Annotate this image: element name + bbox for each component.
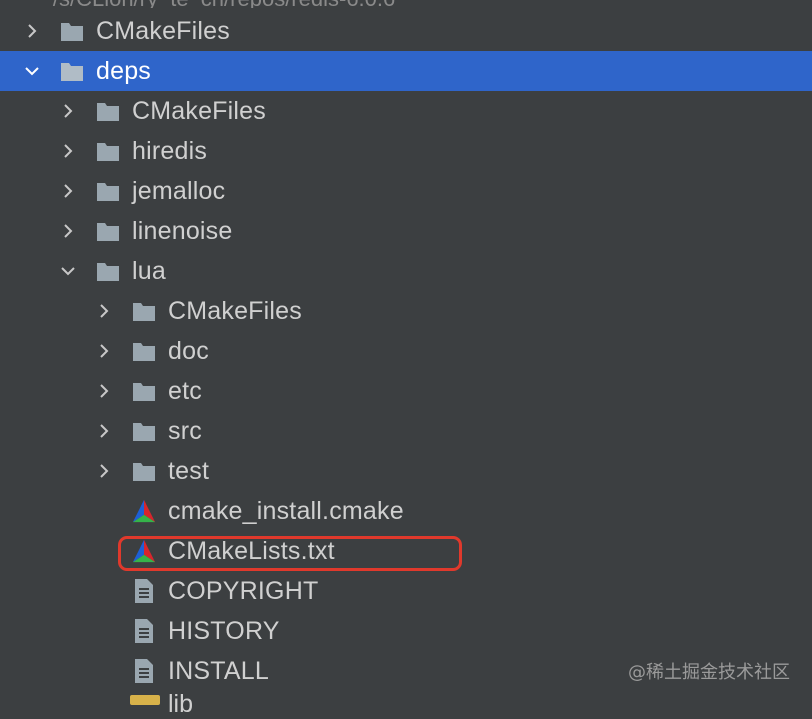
tree-item-doc[interactable]: doc [0, 331, 812, 371]
partial-path-text: ~/s/CLion/ry_te_ch/repos/redis-6.0.6 [0, 0, 812, 8]
tree-item-test[interactable]: test [0, 451, 812, 491]
tree-item-label: CMakeFiles [96, 16, 230, 45]
folder-icon [132, 299, 156, 323]
tree-item-label: CMakeFiles [132, 96, 266, 125]
chevron-right-icon[interactable] [58, 101, 78, 121]
tree-item-label: hiredis [132, 136, 208, 165]
chevron-right-icon[interactable] [58, 141, 78, 161]
tree-item-label: INSTALL [168, 656, 269, 685]
tree-item-hiredis[interactable]: hiredis [0, 131, 812, 171]
text-file-icon [132, 619, 156, 643]
folder-icon [96, 139, 120, 163]
folder-icon [96, 219, 120, 243]
tree-item-label: etc [168, 376, 202, 405]
tree-item-cmakefiles[interactable]: CMakeFiles [0, 91, 812, 131]
tree-item-src[interactable]: src [0, 411, 812, 451]
highlight-box [118, 536, 462, 571]
cmake-icon [132, 499, 156, 523]
tree-item-cmakefiles[interactable]: CMakeFiles [0, 11, 812, 51]
chevron-right-icon[interactable] [94, 421, 114, 441]
folder-icon [96, 99, 120, 123]
tree-item-label-partial[interactable]: lib [168, 690, 193, 719]
folder-icon [132, 459, 156, 483]
chevron-right-icon[interactable] [94, 461, 114, 481]
chevron-right-icon[interactable] [58, 221, 78, 241]
tree-item-cmake-install[interactable]: cmake_install.cmake [0, 491, 812, 531]
tree-item-label: test [168, 456, 210, 485]
tree-item-label: HISTORY [168, 616, 280, 645]
folder-icon [132, 379, 156, 403]
tree-item-cmakefiles[interactable]: CMakeFiles [0, 291, 812, 331]
tree-item-label: src [168, 416, 202, 445]
text-file-icon [132, 659, 156, 683]
tree-item-lua[interactable]: lua [0, 251, 812, 291]
project-tree: ~/s/CLion/ry_te_ch/repos/redis-6.0.6 CMa… [0, 0, 812, 718]
folder-icon [60, 59, 84, 83]
tree-item-label: CMakeFiles [168, 296, 302, 325]
folder-icon [132, 339, 156, 363]
tree-item-linenoise[interactable]: linenoise [0, 211, 812, 251]
chevron-down-icon[interactable] [22, 61, 42, 81]
watermark: @稀土掘金技术社区 [628, 662, 790, 683]
chevron-right-icon[interactable] [58, 181, 78, 201]
tree-item-label: COPYRIGHT [168, 576, 319, 605]
tree-item-copyright[interactable]: COPYRIGHT [0, 571, 812, 611]
chevron-down-icon[interactable] [58, 261, 78, 281]
tree-item-deps[interactable]: deps [0, 51, 812, 91]
tree-item-label: linenoise [132, 216, 233, 245]
tree-item-label: lua [132, 256, 166, 285]
chevron-right-icon[interactable] [94, 341, 114, 361]
tree-item-history[interactable]: HISTORY [0, 611, 812, 651]
text-file-icon [132, 579, 156, 603]
chevron-right-icon[interactable] [94, 301, 114, 321]
tree-item-etc[interactable]: etc [0, 371, 812, 411]
tree-item-jemalloc[interactable]: jemalloc [0, 171, 812, 211]
chevron-right-icon[interactable] [94, 381, 114, 401]
tree-item-label: cmake_install.cmake [168, 496, 404, 525]
tree-item-label: deps [96, 56, 152, 85]
folder-icon [132, 419, 156, 443]
chevron-right-icon[interactable] [22, 21, 42, 41]
folder-icon [60, 19, 84, 43]
folder-icon [96, 179, 120, 203]
folder-icon [96, 259, 120, 283]
tree-item-label: jemalloc [132, 176, 226, 205]
tree-item-label: doc [168, 336, 209, 365]
